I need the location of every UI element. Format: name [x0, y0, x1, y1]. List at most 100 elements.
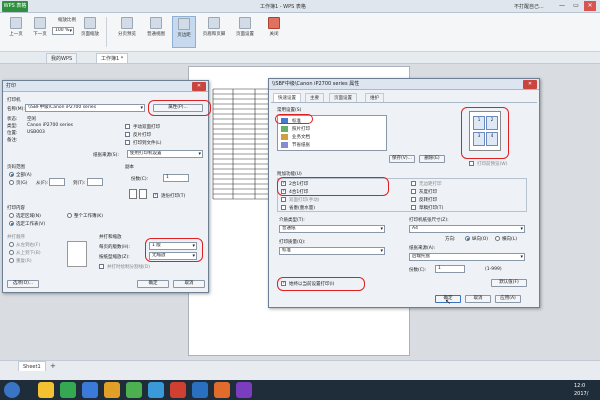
print-cancel-button[interactable]: 取消 — [173, 280, 205, 288]
tab-divider — [271, 102, 537, 103]
close-icon — [268, 17, 280, 29]
clock-date: 2017/ — [574, 391, 589, 397]
properties-close-button[interactable]: ✕ — [523, 80, 537, 89]
folder-icon[interactable] — [104, 382, 120, 398]
props-apply-button[interactable]: 应用(A) — [495, 295, 521, 303]
printer-properties-dialog: \\SBF中级\Canon iP2700 series 属性 ✕ 快速设置 主要… — [268, 78, 540, 308]
browser-icon[interactable] — [82, 382, 98, 398]
tab-main[interactable]: 主要 — [305, 93, 324, 102]
properties-dialog-title: \\SBF中级\Canon iP2700 series 属性 — [269, 79, 539, 90]
app-icon[interactable] — [236, 382, 252, 398]
tab-workbook1[interactable]: 工作簿1 * — [96, 53, 129, 63]
paper-size-select[interactable]: A4 — [409, 225, 525, 233]
printer-group-label: 打印机 — [7, 98, 21, 103]
normal-view-label: 普通视图 — [147, 32, 165, 37]
add-sheet-button[interactable]: + — [50, 362, 56, 370]
printer-name-select[interactable]: \\SBF中级\Canon iP2700 series — [25, 104, 145, 112]
reverse-print-checkbox[interactable] — [125, 132, 130, 137]
save-paper-icon — [281, 142, 288, 148]
manual-duplex-checkbox[interactable] — [125, 124, 130, 129]
highlight-properties — [148, 100, 211, 116]
normal-view-button[interactable]: 普通视图 — [142, 16, 170, 48]
copies-input[interactable]: 1 — [163, 174, 189, 182]
prev-page-button[interactable]: 上一页 — [4, 16, 28, 48]
print-to-file-checkbox[interactable] — [125, 140, 130, 145]
scale-divider-checkbox[interactable] — [99, 264, 104, 269]
feature-duplex-checkbox[interactable] — [281, 197, 286, 202]
print-ok-button[interactable]: 确定 — [137, 280, 169, 288]
feature-reverse-checkbox[interactable] — [411, 197, 416, 202]
common-item-photo[interactable]: 照片打印 — [292, 126, 310, 132]
zoom-select[interactable]: 100 % — [52, 27, 74, 35]
range-to-input[interactable] — [87, 178, 103, 186]
start-icon[interactable] — [4, 382, 20, 398]
range-all-radio[interactable] — [9, 172, 14, 177]
feature-ink-save-checkbox[interactable] — [281, 205, 286, 210]
save-settings-button[interactable]: 保存(V)... — [389, 155, 415, 163]
order-tb-radio[interactable] — [9, 250, 14, 255]
common-item-business[interactable]: 业务文档 — [292, 134, 310, 140]
common-item-save-paper[interactable]: 节省纸张 — [292, 142, 310, 148]
landscape-radio[interactable] — [495, 236, 500, 241]
content-selection-radio[interactable] — [9, 213, 14, 218]
where-label: 位置: — [7, 131, 18, 136]
page-break-preview-button[interactable]: 分页预览 — [112, 16, 142, 48]
tab-maintenance[interactable]: 维护 — [365, 93, 384, 102]
range-to-label: 到(T): — [73, 181, 86, 186]
print-quality-select[interactable]: 标准 — [279, 247, 385, 255]
feature-borderless-checkbox[interactable] — [411, 181, 416, 186]
ribbon-separator — [106, 17, 107, 47]
delete-settings-button[interactable]: 删除(E) — [419, 155, 445, 163]
highlight-features — [277, 177, 389, 196]
close-preview-button[interactable]: 关闭 — [262, 16, 286, 48]
wechat-icon[interactable] — [60, 382, 76, 398]
explorer-icon[interactable] — [38, 382, 54, 398]
preview-before-print-checkbox[interactable] — [469, 161, 474, 166]
collate-checkbox[interactable] — [153, 192, 158, 198]
feature-ink-save-label: 省墨(墨水量) — [289, 206, 316, 211]
chrome-icon[interactable] — [126, 382, 142, 398]
maximize-button[interactable]: ▭ — [570, 1, 582, 11]
order-repeat-radio[interactable] — [9, 258, 14, 263]
feature-duplex-label: 双面打印(手动) — [289, 198, 320, 203]
photo-icon — [281, 126, 288, 132]
minimize-button[interactable]: — — [556, 1, 568, 11]
tab-my-wps[interactable]: 我的WPS — [46, 53, 78, 63]
close-window-button[interactable]: ✕ — [584, 1, 596, 11]
props-copies-input[interactable]: 1 — [435, 265, 465, 273]
order-lr-radio[interactable] — [9, 242, 14, 247]
next-page-button[interactable]: 下一页 — [28, 16, 52, 48]
status-bar — [0, 372, 600, 380]
paper-source-select[interactable]: 使用打印机设置 — [127, 150, 203, 158]
word-icon[interactable] — [192, 382, 208, 398]
tab-sheet1[interactable]: Sheet1 — [18, 361, 46, 371]
tab-page-setup[interactable]: 页面设置 — [329, 93, 357, 102]
print-options-button[interactable]: 选项(O)... — [7, 280, 39, 288]
page-setup-button[interactable]: 页面设置 — [231, 16, 259, 48]
content-workbook-radio[interactable] — [67, 213, 72, 218]
order-preview-icon — [67, 241, 87, 267]
content-sheet-radio[interactable] — [9, 221, 14, 226]
wps-icon[interactable] — [170, 382, 186, 398]
portrait-radio[interactable] — [465, 236, 470, 241]
taskbar: 12:0 2017/ — [0, 380, 600, 400]
normal-view-icon — [150, 17, 162, 29]
range-pages-radio[interactable] — [9, 180, 14, 185]
feature-grayscale-checkbox[interactable] — [411, 189, 416, 194]
media-type-select[interactable]: 普通纸 — [279, 225, 385, 233]
user-name[interactable]: 不打醒自己... — [514, 3, 544, 10]
feature-draft-checkbox[interactable] — [411, 205, 416, 210]
print-close-button[interactable]: ✕ — [192, 82, 206, 91]
page-zoom-button[interactable]: 页面缩放 — [78, 16, 102, 48]
range-from-input[interactable] — [49, 178, 65, 186]
tab-quick-setup[interactable]: 快速设置 — [273, 93, 301, 102]
header-footer-button[interactable]: 页眉和页脚 — [198, 16, 230, 48]
margins-button[interactable]: 页边距 — [172, 16, 196, 48]
qq-icon[interactable] — [148, 382, 164, 398]
app-menu-button[interactable]: WPS 表格 — [2, 1, 28, 12]
paper-size-label: 打印机纸张尺寸(Z): — [409, 218, 449, 223]
props-cancel-button[interactable]: 取消 — [465, 295, 491, 303]
defaults-button[interactable]: 默认值(F) — [491, 279, 527, 287]
paper-source-select-2[interactable]: 后端托盘 — [409, 253, 525, 261]
media-icon[interactable] — [214, 382, 230, 398]
